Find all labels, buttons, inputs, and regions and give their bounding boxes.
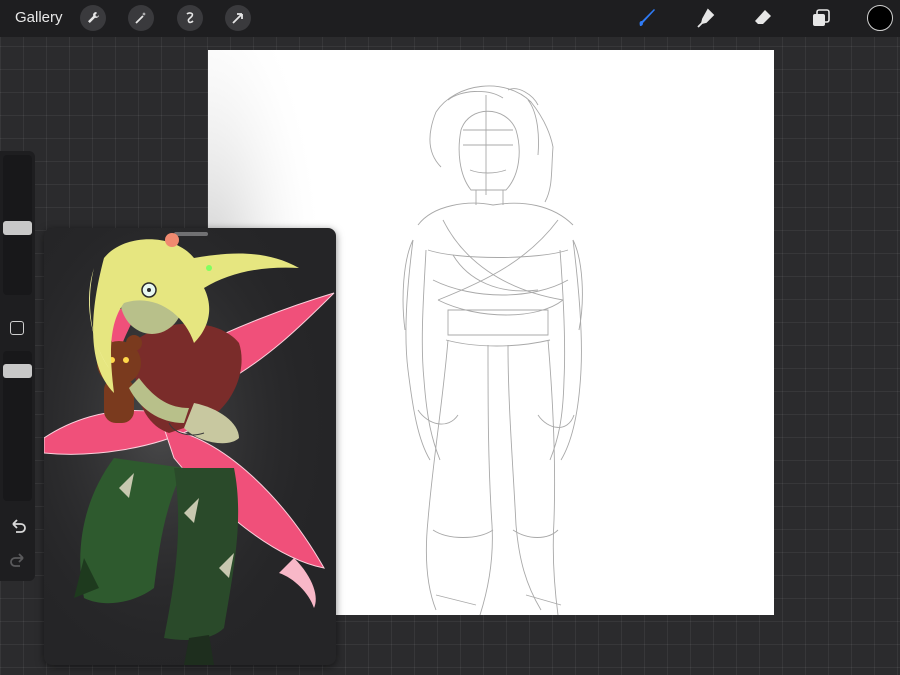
magic-wand-icon[interactable] (128, 5, 154, 31)
brush-size-thumb[interactable] (3, 221, 32, 235)
selection-icon[interactable] (177, 5, 203, 31)
left-sidebar (0, 151, 35, 581)
eraser-icon[interactable] (750, 5, 776, 31)
smudge-icon[interactable] (692, 5, 718, 31)
redo-icon[interactable] (8, 549, 28, 569)
character-artwork (44, 228, 336, 665)
brush-icon[interactable] (634, 5, 660, 31)
top-toolbar: Gallery (0, 0, 900, 37)
color-picker-button[interactable] (867, 5, 893, 31)
wrench-icon[interactable] (80, 5, 106, 31)
layers-icon[interactable] (808, 5, 834, 31)
opacity-thumb[interactable] (3, 364, 32, 378)
reference-image-window[interactable] (44, 228, 336, 665)
modify-button[interactable] (10, 321, 24, 335)
undo-icon[interactable] (8, 515, 28, 535)
gallery-button[interactable]: Gallery (15, 9, 63, 26)
transform-arrow-icon[interactable] (225, 5, 251, 31)
